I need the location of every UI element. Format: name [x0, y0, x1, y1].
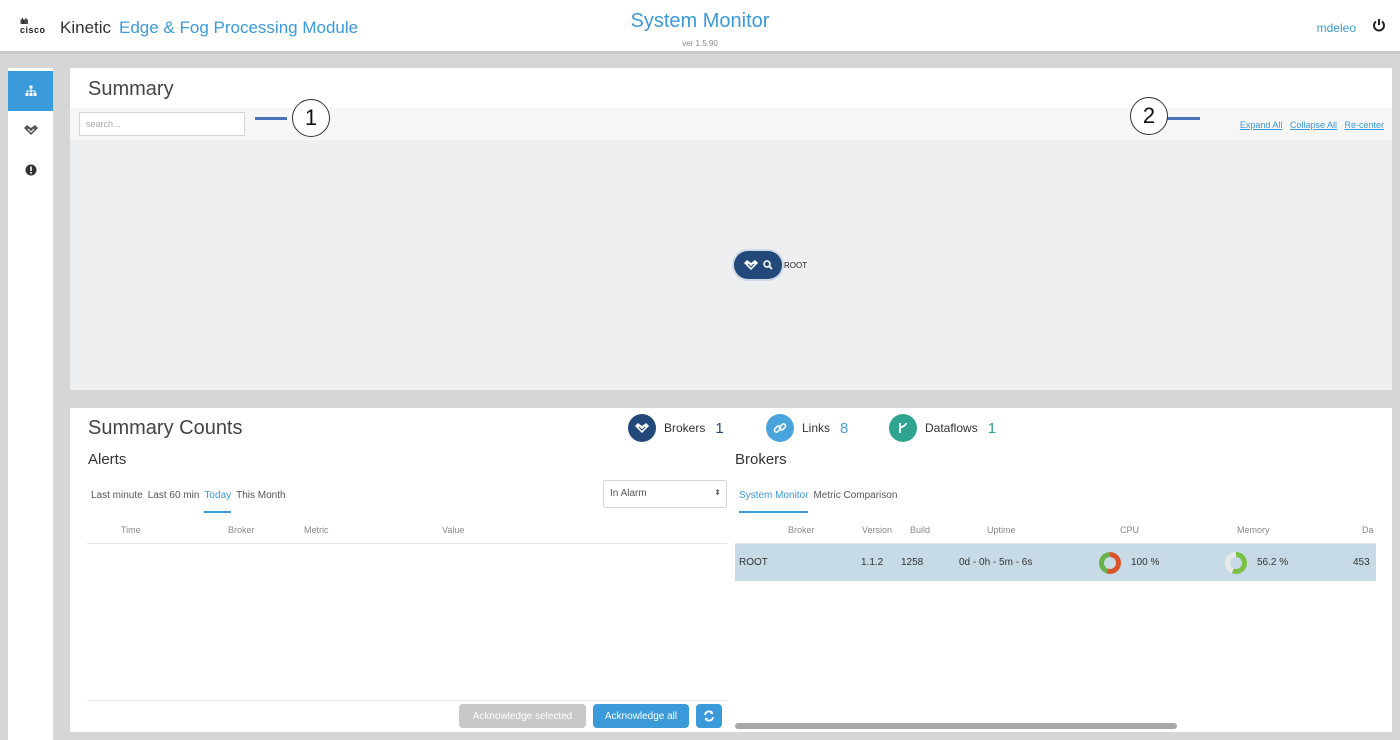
- brokers-table-header: Broker Version Build Uptime CPU Memory D…: [735, 516, 1376, 544]
- memory-donut-chart: [1225, 552, 1247, 574]
- brokers-title: Brokers: [735, 451, 787, 468]
- column-metric[interactable]: Metric: [304, 525, 329, 535]
- column-build[interactable]: Build: [910, 525, 930, 535]
- cell-uptime: 0d - 0h - 5m - 6s: [959, 557, 1033, 568]
- column-time[interactable]: Time: [121, 525, 141, 535]
- callout-line-1: [255, 117, 287, 120]
- alert-icon: [25, 164, 36, 176]
- cisco-logo: ılıılı cisco: [20, 17, 46, 35]
- cell-cpu: 100 %: [1131, 557, 1160, 568]
- refresh-button[interactable]: [696, 704, 722, 728]
- summary-toolbar: Expand All Collapse All Re-center: [70, 108, 1392, 140]
- acknowledge-selected-button[interactable]: Acknowledge selected: [459, 704, 586, 728]
- handshake-icon: [628, 414, 656, 442]
- summary-counts-title: Summary Counts: [88, 417, 243, 439]
- cell-disk: 453: [1353, 557, 1370, 568]
- brokers-count-value: 1: [715, 419, 724, 437]
- column-uptime[interactable]: Uptime: [987, 525, 1016, 535]
- root-node[interactable]: [734, 251, 782, 279]
- topology-icon: [25, 85, 36, 96]
- dataflow-icon: [889, 414, 917, 442]
- alerts-title: Alerts: [88, 451, 127, 468]
- callout-2: 2: [1130, 97, 1168, 135]
- refresh-icon: [704, 710, 714, 722]
- dataflows-count-value: 1: [987, 419, 997, 437]
- column-broker[interactable]: Broker: [228, 525, 255, 535]
- tab-last-60-min[interactable]: Last 60 min: [148, 490, 200, 513]
- column-version[interactable]: Version: [862, 525, 892, 535]
- select-caret-icon: ⬍: [714, 488, 721, 497]
- alert-filter-value: In Alarm: [610, 488, 647, 499]
- tab-metric-comparison[interactable]: Metric Comparison: [813, 490, 897, 513]
- links-count-value: 8: [840, 419, 849, 437]
- brand-name: Kinetic: [60, 18, 112, 37]
- sidebar-item-brokers[interactable]: [8, 110, 53, 150]
- link-icon: [766, 414, 794, 442]
- callout-1: 1: [292, 99, 330, 137]
- column-value[interactable]: Value: [442, 525, 464, 535]
- sidebar-item-topology[interactable]: [8, 71, 53, 111]
- alerts-time-tabs: Last minute Last 60 min Today This Month: [91, 490, 286, 513]
- expand-all-link[interactable]: Expand All: [1240, 120, 1283, 130]
- links-count-label: Links: [802, 421, 831, 435]
- cell-memory: 56.2 %: [1257, 557, 1289, 568]
- brokers-count-label: Brokers: [664, 421, 706, 435]
- root-node-label: ROOT: [784, 261, 808, 270]
- collapse-all-link[interactable]: Collapse All: [1290, 120, 1337, 130]
- column-disk[interactable]: Da: [1362, 525, 1374, 535]
- sidebar-item-alerts[interactable]: [8, 150, 53, 190]
- summary-title: Summary: [88, 78, 174, 100]
- cell-broker: ROOT: [739, 557, 768, 568]
- power-icon[interactable]: [1372, 18, 1386, 32]
- brokers-tabs: System Monitor Metric Comparison: [739, 490, 897, 513]
- username-link[interactable]: mdeleo: [1317, 21, 1356, 35]
- alerts-footer-divider: [87, 700, 727, 701]
- search-icon[interactable]: [763, 260, 773, 270]
- dataflows-count: Dataflows 1: [889, 414, 996, 442]
- column-broker[interactable]: Broker: [788, 525, 815, 535]
- brokers-count: Brokers 1: [628, 414, 724, 442]
- horizontal-scrollbar[interactable]: [735, 723, 1177, 729]
- summary-counts-panel: Summary Counts Brokers 1 Links 8 Dataflo…: [70, 408, 1392, 732]
- summary-header: Summary: [70, 68, 1392, 108]
- app-title: System Monitor: [630, 10, 770, 32]
- callout-line-2: [1166, 117, 1200, 120]
- alerts-table-header: Time Broker Metric Value: [87, 516, 727, 544]
- left-sidebar: [8, 68, 53, 740]
- tab-last-minute[interactable]: Last minute: [91, 490, 143, 513]
- cpu-donut-chart: [1099, 552, 1121, 574]
- recenter-link[interactable]: Re-center: [1344, 120, 1384, 130]
- module-title: Edge & Fog Processing Module: [119, 18, 359, 37]
- tab-this-month[interactable]: This Month: [236, 490, 285, 513]
- search-input[interactable]: [79, 112, 245, 136]
- column-memory[interactable]: Memory: [1237, 525, 1270, 535]
- handshake-icon: [23, 125, 38, 135]
- column-cpu[interactable]: CPU: [1120, 525, 1139, 535]
- links-count: Links 8: [766, 414, 848, 442]
- app-header: ılıılı cisco Kinetic Edge & Fog Processin…: [0, 0, 1400, 54]
- table-row[interactable]: ROOT 1.1.2 1258 0d - 0h - 5m - 6s 100 % …: [735, 544, 1376, 581]
- tree-controls: Expand All Collapse All Re-center: [1235, 120, 1384, 130]
- tab-system-monitor[interactable]: System Monitor: [739, 490, 809, 513]
- cell-build: 1258: [901, 557, 924, 568]
- handshake-icon: [744, 260, 758, 270]
- cell-version: 1.1.2: [861, 557, 884, 568]
- dataflows-count-label: Dataflows: [925, 421, 978, 435]
- version-label: ver 1.5.90: [682, 39, 718, 48]
- alert-filter-select[interactable]: In Alarm ⬍: [603, 480, 727, 508]
- acknowledge-all-button[interactable]: Acknowledge all: [593, 704, 689, 728]
- tab-today[interactable]: Today: [204, 490, 232, 513]
